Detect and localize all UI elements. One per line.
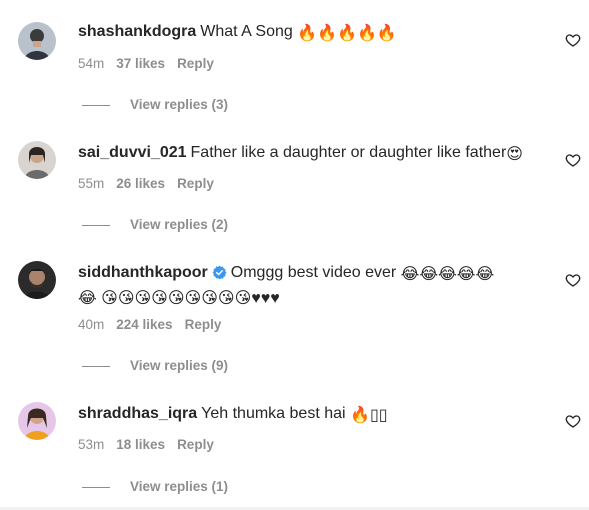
comment-meta: 55m 26 likes Reply [78, 175, 226, 193]
comment-text-line: sai_duvvi_021 Father like a daughter or d… [78, 141, 541, 165]
timestamp[interactable]: 54m [78, 56, 104, 71]
view-replies-label: View replies (2) [130, 217, 229, 232]
divider [82, 365, 110, 367]
comment-text: Father like a daughter or daughter like … [190, 144, 507, 161]
timestamp[interactable]: 40m [78, 317, 104, 332]
divider [82, 104, 110, 106]
comment-text-line: shashankdogra What A Song 🔥🔥🔥🔥🔥 [78, 20, 541, 44]
username[interactable]: shashankdogra [78, 23, 196, 40]
view-replies-button[interactable]: View replies (9) [82, 357, 228, 375]
timestamp[interactable]: 55m [78, 176, 104, 191]
heart-icon[interactable] [565, 272, 581, 288]
timestamp[interactable]: 53m [78, 437, 104, 452]
reply-button[interactable]: Reply [177, 437, 214, 452]
reply-button[interactable]: Reply [177, 56, 214, 71]
view-replies-button[interactable]: View replies (1) [82, 478, 228, 496]
likes-count[interactable]: 37 likes [116, 56, 165, 71]
view-replies-label: View replies (9) [130, 358, 229, 373]
view-replies-button[interactable]: View replies (3) [82, 96, 228, 114]
divider [82, 486, 110, 488]
view-replies-label: View replies (3) [130, 97, 229, 112]
likes-count[interactable]: 18 likes [116, 437, 165, 452]
heart-icon[interactable] [565, 413, 581, 429]
fire-emoji: 🔥▯▯ [350, 407, 388, 424]
comment-text-line: shraddhas_iqra Yeh thumka best hai 🔥▯▯ [78, 402, 541, 426]
comment-text-line-2: 😂 😘😘😘😘😘😘😘😘😘♥♥♥ [78, 285, 541, 309]
avatar[interactable] [18, 22, 56, 60]
divider [82, 224, 110, 226]
laughing-emoji: 😂😂😂😂😂 [400, 266, 495, 283]
reply-button[interactable]: Reply [177, 176, 214, 191]
comment-text: Omggg best video ever [230, 264, 397, 281]
verified-badge-icon [212, 265, 227, 280]
avatar[interactable] [18, 261, 56, 299]
username[interactable]: shraddhas_iqra [78, 405, 197, 422]
comment-text: What A Song [200, 23, 293, 40]
comment-meta: 53m 18 likes Reply [78, 436, 226, 454]
comment-meta: 40m 224 likes Reply [78, 316, 233, 334]
comment-text: Yeh thumka best hai [201, 405, 346, 422]
likes-count[interactable]: 26 likes [116, 176, 165, 191]
username[interactable]: sai_duvvi_021 [78, 144, 187, 161]
fire-emoji: 🔥🔥🔥🔥🔥 [297, 25, 397, 42]
reply-button[interactable]: Reply [185, 317, 222, 332]
comment-meta: 54m 37 likes Reply [78, 55, 226, 73]
avatar[interactable] [18, 402, 56, 440]
heart-eyes-emoji: 😍 [506, 146, 523, 163]
comment-text-line: siddhanthkapoor Omggg best video ever 😂😂😂… [78, 261, 541, 285]
heart-icon[interactable] [565, 32, 581, 48]
view-replies-label: View replies (1) [130, 479, 229, 494]
likes-count[interactable]: 224 likes [116, 317, 172, 332]
view-replies-button[interactable]: View replies (2) [82, 216, 228, 234]
avatar[interactable] [18, 141, 56, 179]
emoji-sequence: 😂 😘😘😘😘😘😘😘😘😘♥♥♥ [78, 290, 280, 307]
username[interactable]: siddhanthkapoor [78, 264, 208, 281]
heart-icon[interactable] [565, 152, 581, 168]
